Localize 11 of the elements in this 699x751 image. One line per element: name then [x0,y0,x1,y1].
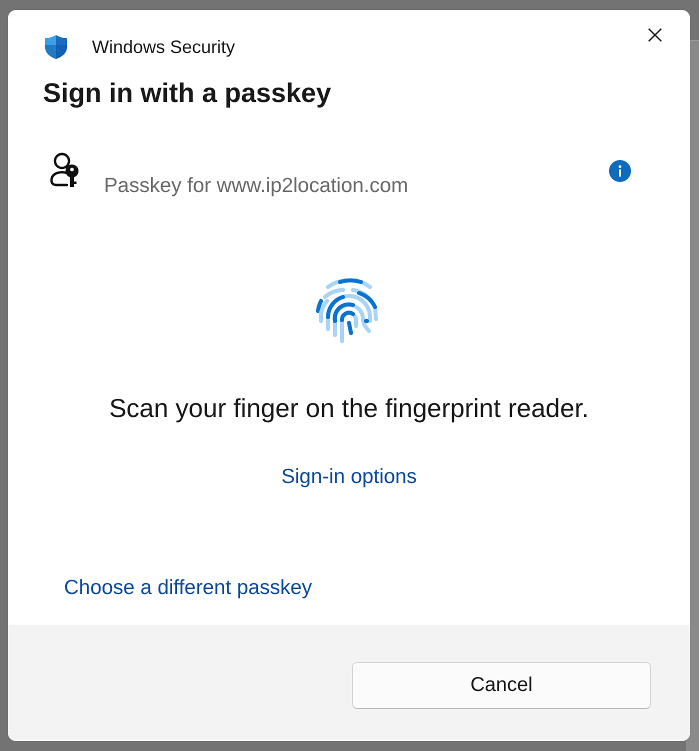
sign-in-options-link[interactable]: Sign-in options [281,464,417,490]
passkey-site-text: Passkey for www.ip2location.com [104,174,408,198]
user-key-icon [50,152,80,188]
instruction-text: Scan your finger on the fingerprint reader. [109,393,589,423]
dialog-title: Sign in with a passkey [43,78,332,108]
close-icon [648,28,662,42]
cancel-button[interactable]: Cancel [352,662,651,709]
shield-icon [44,35,68,59]
info-icon[interactable] [609,160,631,182]
app-name: Windows Security [92,36,236,59]
choose-passkey-link[interactable]: Choose a different passkey [64,575,312,601]
